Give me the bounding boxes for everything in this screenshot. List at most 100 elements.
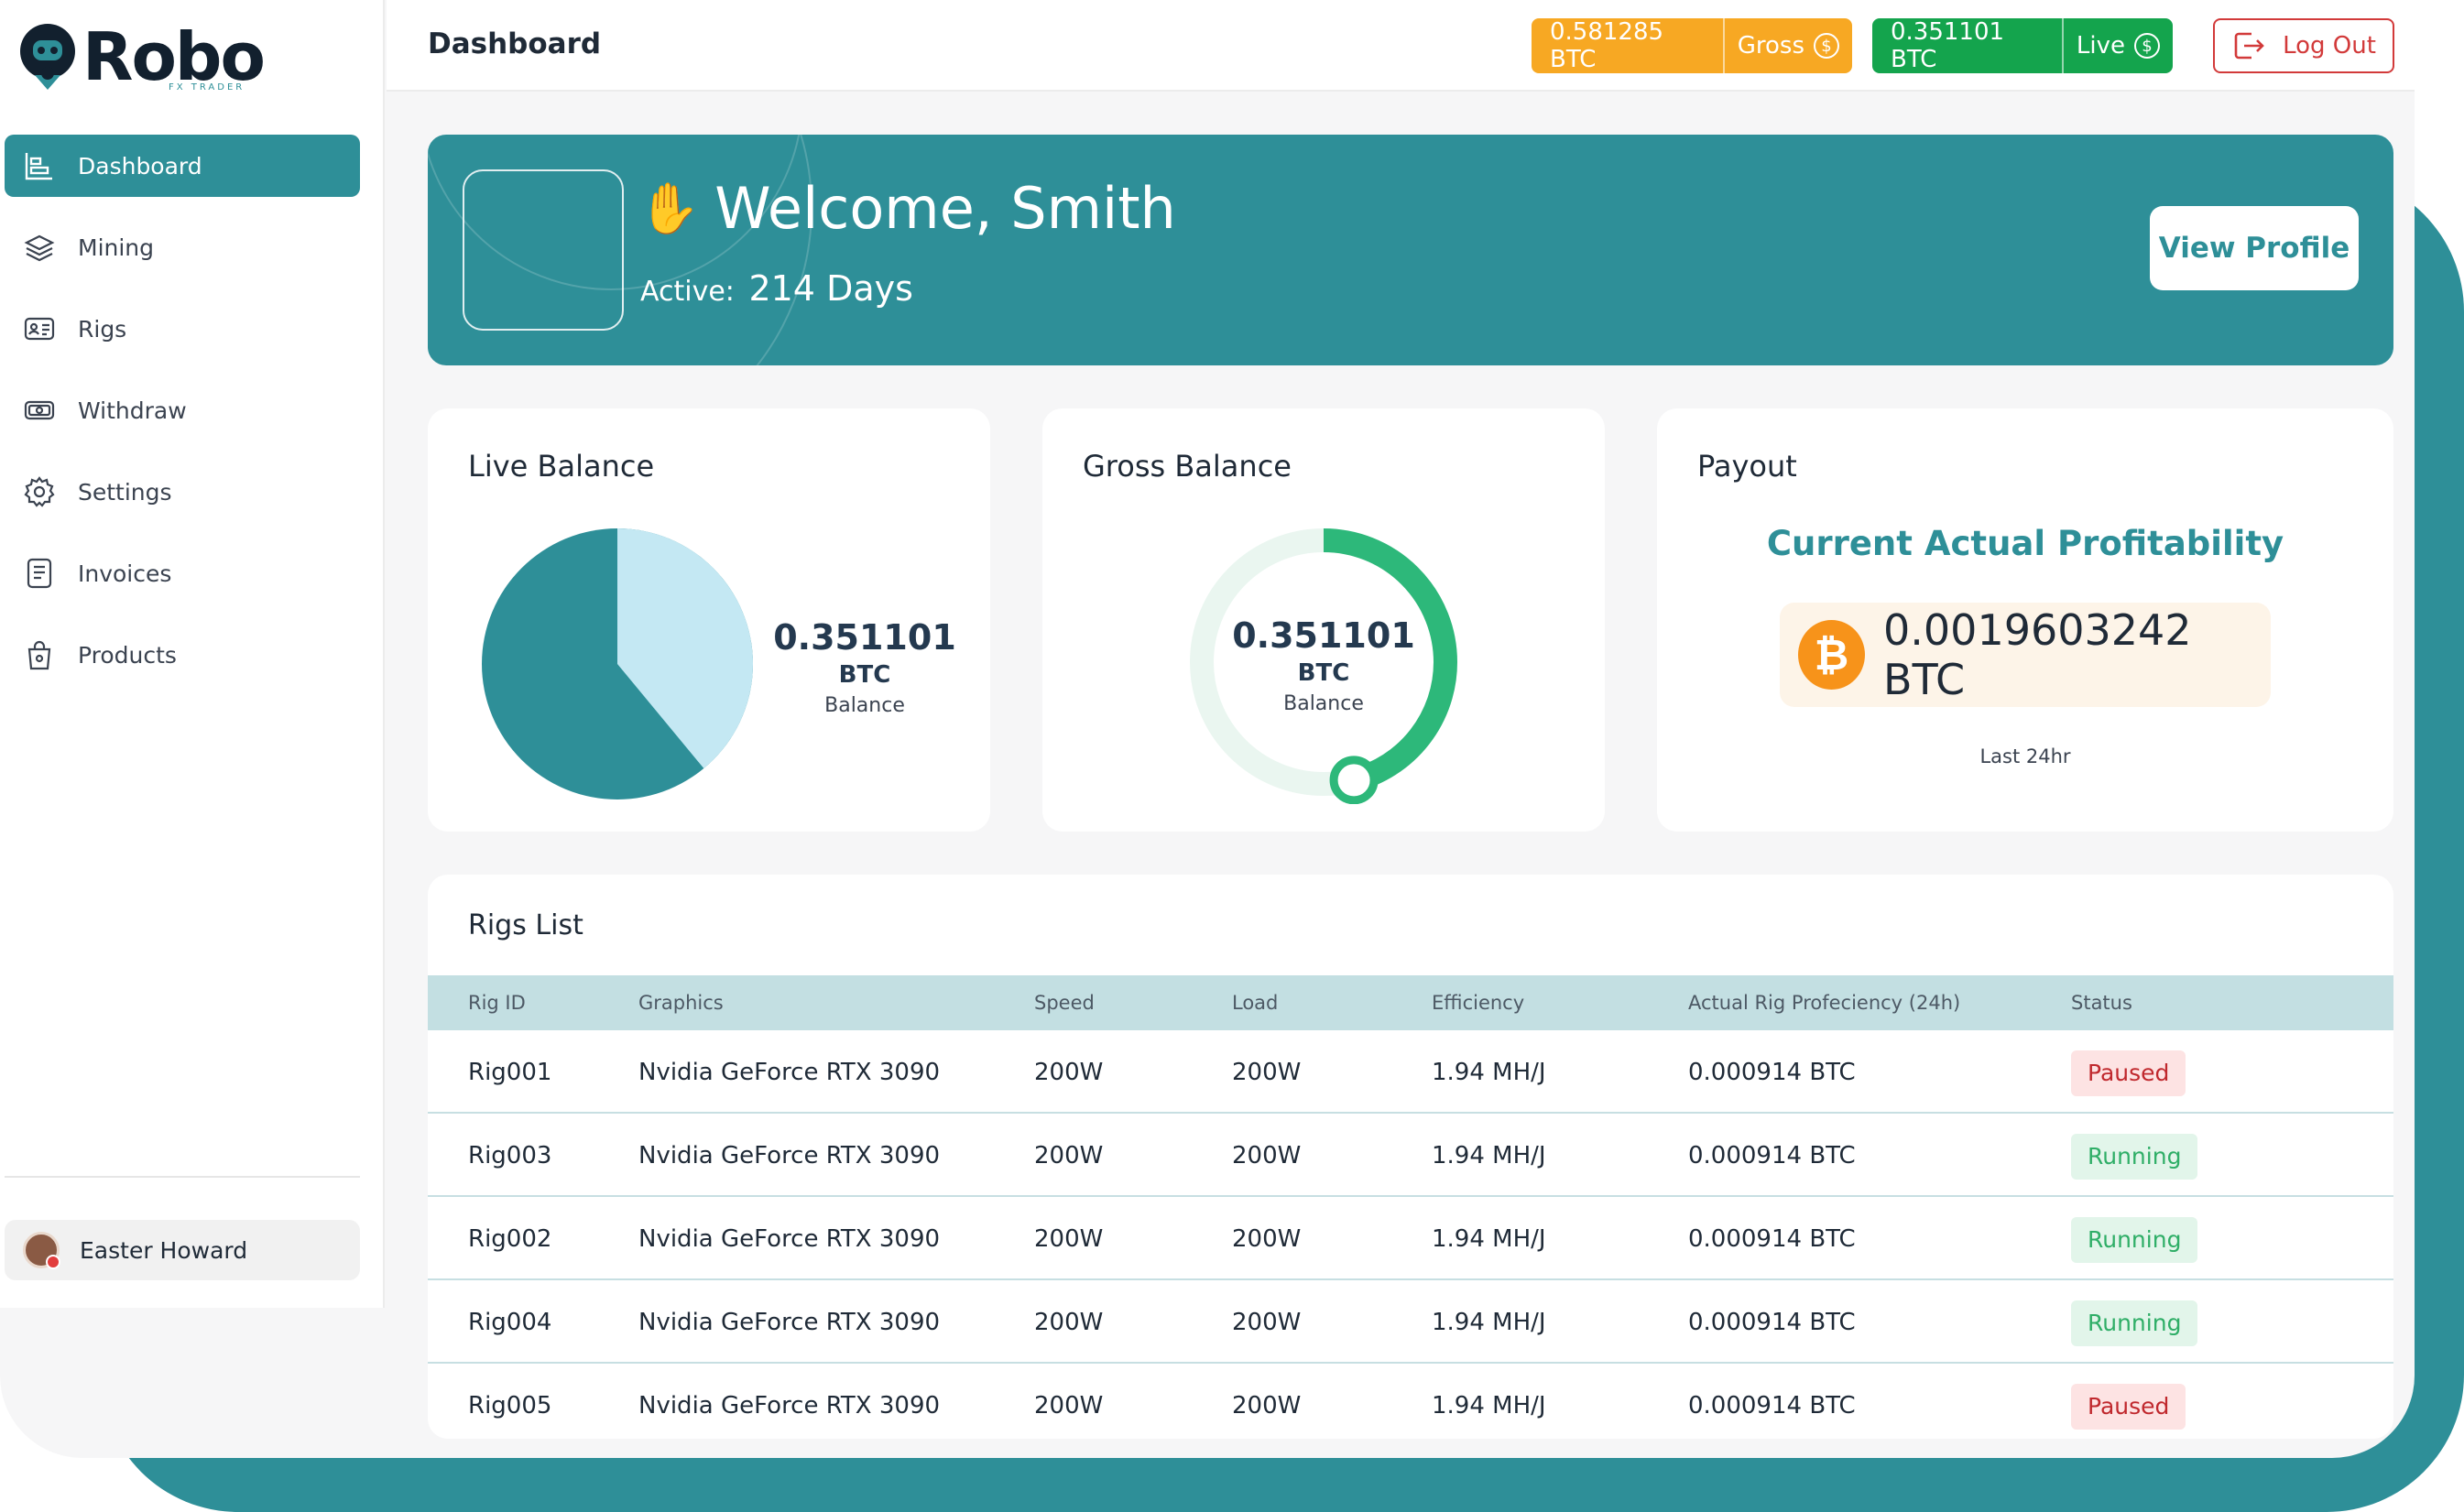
logout-button[interactable]: Log Out [2213,18,2394,73]
balance-unit: BTC [838,661,891,689]
gross-balance-card: Gross Balance 0.351101 BTC Balance [1042,408,1605,832]
live-balance-pill[interactable]: 0.351101 BTC Live $ [1872,18,2173,73]
chart-icon [25,153,52,180]
cell-rig-id: Rig003 [468,1142,552,1169]
column-header-proficiency[interactable]: Actual Rig Profeciency (24h) [1688,975,1960,1030]
progress-knob [1329,756,1379,804]
id-card-icon [24,317,55,341]
sidebar-item-products[interactable]: Products [5,624,360,686]
card-title: Live Balance [468,449,655,484]
sidebar-item-label: Settings [78,478,172,506]
welcome-heading: ✋ Welcome, Smith [638,175,1176,242]
page-title: Dashboard [428,27,602,60]
column-header-load[interactable]: Load [1232,975,1278,1030]
profitability-heading: Current Actual Profitability [1766,524,2284,563]
sidebar-nav: Dashboard Mining Rigs Withdraw Settings … [5,135,360,705]
cell-rig-id: Rig004 [468,1309,552,1336]
table-row[interactable]: Rig004 Nvidia GeForce RTX 3090 200W 200W 1.9… [428,1282,2393,1364]
status-badge: Running [2071,1134,2198,1180]
balance-value: 0.351101 [773,617,956,658]
status-badge: Paused [2071,1384,2186,1430]
waving-hand-icon: ✋ [638,179,701,237]
cell-speed: 200W [1034,1142,1104,1169]
cell-efficiency: 1.94 MH/J [1432,1392,1546,1420]
cell-graphics: Nvidia GeForce RTX 3090 [638,1142,941,1169]
cell-proficiency: 0.000914 BTC [1688,1142,1856,1169]
cell-load: 200W [1232,1392,1302,1420]
sidebar-item-settings[interactable]: Settings [5,461,360,523]
cell-efficiency: 1.94 MH/J [1432,1309,1546,1336]
user-name: Easter Howard [80,1236,248,1264]
live-label-text: Live [2076,32,2125,60]
cell-rig-id: Rig001 [468,1059,552,1086]
bag-icon [27,640,51,670]
status-badge: Paused [2071,1050,2186,1096]
sidebar-item-dashboard[interactable]: Dashboard [5,135,360,197]
gross-label-text: Gross [1737,32,1804,60]
sidebar-item-withdraw[interactable]: Withdraw [5,379,360,441]
cell-speed: 200W [1034,1225,1104,1253]
dollar-coin-icon: $ [2134,33,2160,59]
sidebar: Robo FX TRADER Dashboard Mining Rigs Wit… [0,0,385,1308]
user-profile-chip[interactable]: Easter Howard [5,1220,360,1280]
logout-icon [2234,32,2264,60]
balance-label: Balance [824,694,905,717]
column-header-graphics[interactable]: Graphics [638,975,724,1030]
cell-proficiency: 0.000914 BTC [1688,1309,1856,1336]
sidebar-item-label: Mining [78,234,155,261]
robot-logo-icon [16,22,79,92]
gross-balance-summary: 0.351101 BTC Balance [1227,615,1420,715]
sidebar-item-label: Rigs [78,315,127,343]
sidebar-item-label: Products [78,641,177,669]
sidebar-item-invoices[interactable]: Invoices [5,542,360,604]
sidebar-item-label: Withdraw [78,397,187,424]
invoice-icon [27,558,52,589]
top-header: Dashboard 0.581285 BTC Gross $ 0.351101 … [387,0,2415,92]
balance-label: Balance [1283,692,1364,715]
sidebar-divider [5,1176,360,1178]
avatar [23,1232,60,1269]
dollar-coin-icon: $ [1814,33,1839,59]
brand-logo[interactable]: Robo [16,22,266,92]
live-label: Live $ [2061,18,2173,73]
cell-load: 200W [1232,1059,1302,1086]
gross-balance-pill[interactable]: 0.581285 BTC Gross $ [1532,18,1852,73]
sidebar-item-label: Invoices [78,560,172,587]
column-header-rig-id[interactable]: Rig ID [468,975,526,1030]
live-balance-summary: 0.351101 BTC Balance [769,617,961,717]
cell-graphics: Nvidia GeForce RTX 3090 [638,1059,941,1086]
column-header-efficiency[interactable]: Efficiency [1432,975,1524,1030]
rigs-list-card: Rigs List Rig ID Graphics Speed Load Eff… [428,875,2393,1439]
cell-rig-id: Rig005 [468,1392,552,1420]
cell-speed: 200W [1034,1309,1104,1336]
cell-speed: 200W [1034,1392,1104,1420]
payout-amount: 0.0019603242 BTC [1883,605,2192,704]
cash-icon [24,400,55,420]
active-label: Active: [640,276,735,308]
table-row[interactable]: Rig001 Nvidia GeForce RTX 3090 200W 200W 1.9… [428,1032,2393,1114]
welcome-text: Welcome, Smith [714,175,1176,242]
gross-amount: 0.581285 BTC [1550,18,1664,73]
bitcoin-icon: ₿ [1798,620,1866,690]
sidebar-item-mining[interactable]: Mining [5,216,360,278]
cell-load: 200W [1232,1225,1302,1253]
cell-efficiency: 1.94 MH/J [1432,1059,1546,1086]
table-row[interactable]: Rig005 Nvidia GeForce RTX 3090 200W 200W 1.9… [428,1365,2393,1439]
balance-value: 0.351101 [1232,615,1415,656]
sidebar-item-rigs[interactable]: Rigs [5,298,360,360]
sidebar-item-label: Dashboard [78,152,202,179]
cell-rig-id: Rig002 [468,1225,552,1253]
welcome-banner: ✋ Welcome, Smith Active: 214 Days View P… [428,135,2393,365]
cell-graphics: Nvidia GeForce RTX 3090 [638,1392,941,1420]
cell-proficiency: 0.000914 BTC [1688,1392,1856,1420]
column-header-speed[interactable]: Speed [1034,975,1095,1030]
table-row[interactable]: Rig003 Nvidia GeForce RTX 3090 200W 200W 1.9… [428,1115,2393,1197]
column-header-status[interactable]: Status [2071,975,2132,1030]
table-row[interactable]: Rig002 Nvidia GeForce RTX 3090 200W 200W 1.9… [428,1199,2393,1280]
cell-graphics: Nvidia GeForce RTX 3090 [638,1309,941,1336]
rigs-list-title: Rigs List [468,909,583,941]
cell-efficiency: 1.94 MH/J [1432,1142,1546,1169]
brand-tagline: FX TRADER [169,82,245,92]
payout-card: Payout Current Actual Profitability ₿ 0.… [1657,408,2393,832]
view-profile-button[interactable]: View Profile [2150,206,2359,290]
